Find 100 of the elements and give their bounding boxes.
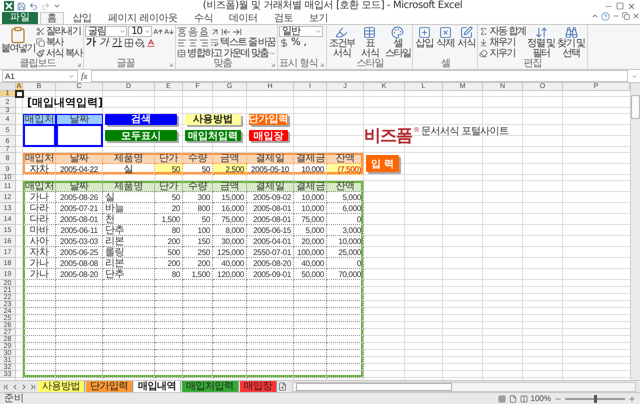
first-sheet-icon[interactable]: [2, 382, 10, 390]
dialog-launcher-icon[interactable]: [319, 62, 326, 68]
editing-button[interactable]: 자동 합계: [479, 26, 526, 37]
align-bottom-icon[interactable]: [199, 26, 210, 36]
sheet-tab[interactable]: 단가입력: [86, 381, 133, 392]
grow-font-icon[interactable]: [153, 26, 164, 36]
table-cell: 2005-08-20: [247, 258, 294, 269]
file-tab[interactable]: 파일: [2, 12, 38, 24]
macro-button[interactable]: 매입처입력: [185, 130, 241, 141]
zoom-in-icon[interactable]: [628, 394, 636, 402]
sheet-tab[interactable]: 매입장: [240, 381, 277, 392]
input-cell[interactable]: 2005-05-10: [247, 164, 294, 175]
ribbon-button[interactable]: 표 서식: [356, 26, 384, 59]
clipboard-button[interactable]: 복사: [36, 37, 82, 48]
editing-button[interactable]: 채우기: [479, 37, 526, 48]
ribbon-tab[interactable]: 삽입: [66, 12, 99, 24]
horizontal-scrollbar[interactable]: [292, 382, 636, 392]
clipboard-button[interactable]: 서식 복사: [36, 48, 82, 59]
sheet-tab[interactable]: 매입처입력: [182, 381, 238, 392]
formula-input[interactable]: [90, 70, 628, 82]
vertical-scrollbar[interactable]: [630, 83, 640, 380]
close-icon[interactable]: [627, 2, 636, 10]
sheet-tab[interactable]: 사용방법: [38, 381, 85, 392]
align-center-icon[interactable]: [188, 38, 198, 48]
page-break-icon[interactable]: [520, 394, 528, 402]
editing-button[interactable]: 지우기: [479, 48, 526, 59]
normal-view-icon[interactable]: [498, 394, 506, 402]
increase-indent-icon[interactable]: [232, 26, 242, 36]
last-sheet-icon[interactable]: [29, 382, 37, 390]
close-icon[interactable]: [632, 12, 640, 20]
customize-caret-icon[interactable]: [53, 2, 61, 10]
input-cell[interactable]: (7,500): [327, 164, 364, 175]
font-color-icon[interactable]: [146, 38, 156, 48]
ribbon-tab[interactable]: 데이터: [222, 12, 265, 24]
align-left-icon[interactable]: [177, 38, 188, 48]
ribbon-tab[interactable]: 홈: [40, 12, 64, 24]
save-icon[interactable]: [17, 2, 26, 10]
number-format-combo[interactable]: 일반: [279, 26, 324, 37]
ribbon-button[interactable]: 셀 스타일: [384, 26, 412, 59]
align-middle-icon[interactable]: [188, 26, 198, 36]
style-toggle[interactable]: 가: [85, 37, 98, 48]
wrap-text-button[interactable]: 텍스트 줄 바꿈: [210, 37, 276, 48]
name-box[interactable]: A1: [2, 70, 78, 82]
border-icon[interactable]: [124, 38, 134, 48]
input-cell[interactable]: [23, 124, 56, 147]
ribbon-tab[interactable]: 검토: [266, 12, 300, 24]
diagonal-arrow-icon[interactable]: [210, 26, 220, 36]
expand-icon[interactable]: [631, 72, 638, 80]
new-sheet-icon[interactable]: [278, 382, 287, 391]
table-cell: 800: [183, 203, 213, 214]
style-toggle[interactable]: 가: [111, 37, 124, 48]
collapse-ribbon-icon[interactable]: [591, 12, 599, 20]
comma-button[interactable]: ,: [302, 37, 308, 48]
shrink-font-icon[interactable]: [164, 26, 174, 36]
paste-button[interactable]: 붙여넣기: [1, 26, 35, 54]
ribbon-tab[interactable]: 페이지 레이아웃: [100, 12, 185, 24]
input-cell[interactable]: 2005-04-22: [56, 164, 103, 175]
macro-button[interactable]: 매입장: [249, 130, 288, 141]
ribbon-button[interactable]: 조건부 서식: [328, 26, 356, 59]
previous-sheet-icon[interactable]: [11, 382, 19, 390]
fill-color-icon[interactable]: [135, 38, 146, 48]
percent-button[interactable]: %: [290, 37, 302, 48]
help-icon[interactable]: [601, 12, 610, 21]
font-combo[interactable]: 굴림: [85, 26, 128, 37]
macro-button[interactable]: 모두표시: [105, 130, 177, 141]
merge-center-button[interactable]: 병합하고 가운데 맞춤: [177, 48, 276, 59]
dialog-launcher-icon[interactable]: [168, 62, 174, 68]
ribbon-button[interactable]: 삭제: [435, 26, 456, 49]
macro-button[interactable]: 사용방법: [185, 114, 241, 124]
input-cell[interactable]: 50: [155, 164, 183, 175]
undo-icon[interactable]: [29, 2, 38, 10]
ribbon-tab[interactable]: 보기: [302, 12, 336, 24]
dialog-launcher-icon[interactable]: [76, 62, 82, 68]
next-sheet-icon[interactable]: [20, 382, 28, 390]
page-layout-icon[interactable]: [508, 394, 517, 402]
ribbon-tab[interactable]: 수식: [186, 12, 220, 24]
function-label[interactable]: fx: [81, 71, 88, 81]
clipboard-button[interactable]: 잘라내기: [36, 26, 82, 37]
size-combo[interactable]: 10: [128, 26, 152, 37]
active-cell[interactable]: [15, 90, 24, 98]
spreadsheet-app-icon[interactable]: [4, 1, 14, 11]
align-right-icon[interactable]: [199, 38, 210, 48]
input-cell[interactable]: [56, 124, 103, 147]
ribbon-button[interactable]: 정렬 및 필터: [526, 26, 556, 59]
decrease-indent-icon[interactable]: [221, 26, 232, 36]
style-toggle[interactable]: 가: [98, 37, 110, 48]
ribbon-button[interactable]: 서식: [456, 26, 476, 49]
sheet-tab[interactable]: 매입내역: [134, 381, 181, 392]
input-cell[interactable]: 10,000: [294, 164, 327, 175]
restore-icon[interactable]: [622, 12, 630, 20]
column-heading: 수량: [183, 153, 213, 164]
input-cell[interactable]: 2,500: [213, 164, 247, 175]
ribbon-button[interactable]: 찾기 및 선택: [556, 26, 586, 59]
caret-icon: [144, 28, 152, 35]
ribbon-button[interactable]: 삽입: [414, 26, 434, 49]
dialog-launcher-icon[interactable]: [270, 62, 276, 68]
macro-button[interactable]: 검색: [105, 114, 177, 124]
input-cell[interactable]: 50: [183, 164, 213, 175]
currency-icon[interactable]: [279, 38, 290, 48]
align-top-icon[interactable]: [177, 26, 188, 36]
